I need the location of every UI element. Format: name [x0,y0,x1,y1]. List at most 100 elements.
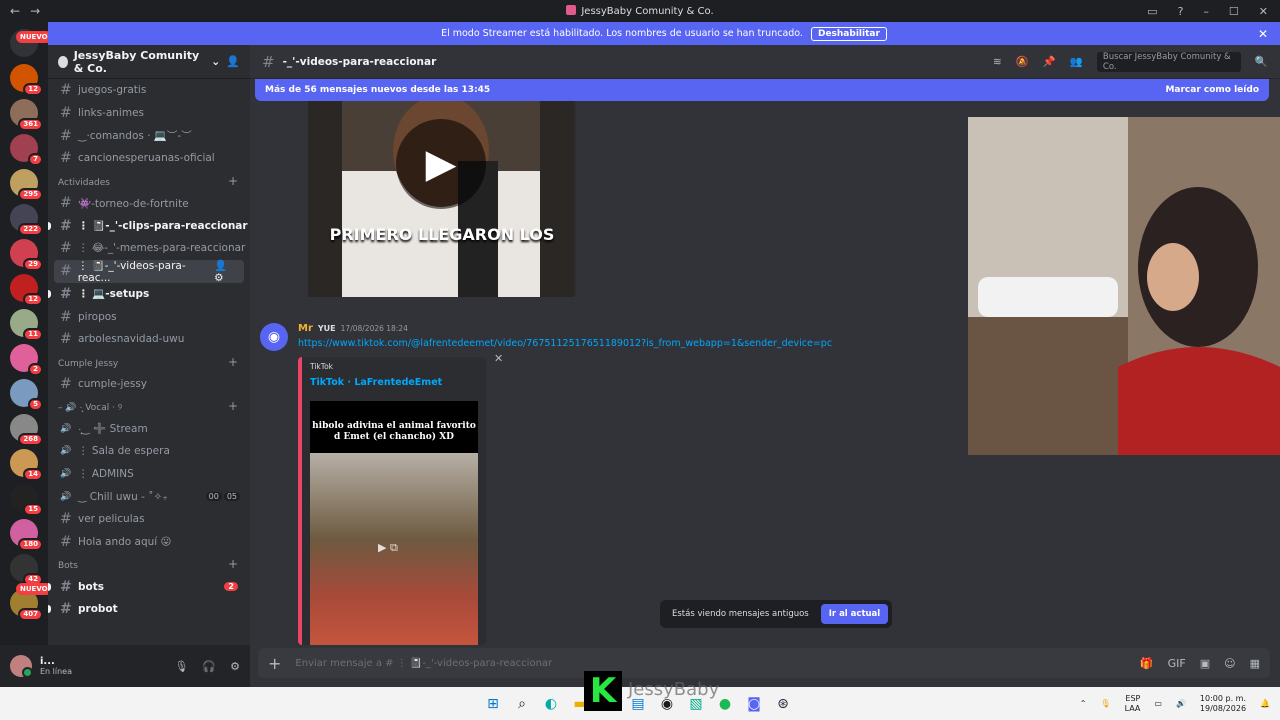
channel-item[interactable]: # cumple-jessy [48,373,250,396]
headphones-icon[interactable]: 🎧 [202,660,216,673]
threads-icon[interactable]: ≋ [993,56,1002,68]
server-icon[interactable]: 295 [10,169,43,201]
discord-avatar-icon[interactable]: ◉ [260,323,288,351]
server-icon[interactable]: NUEVO [10,29,48,57]
avatar[interactable] [10,655,33,678]
microphone-tray-icon[interactable]: 🎙 [1100,699,1110,708]
server-icon[interactable]: 222 [10,204,43,236]
search-icon[interactable]: ⌕ [513,695,531,713]
jump-to-present-button[interactable]: Ir al actual [820,604,889,624]
clock[interactable]: 10:00 p. m. 19/08/2026 [1200,694,1246,714]
close-banner-icon[interactable]: ✕ [1258,27,1268,41]
message-link[interactable]: https://www.tiktok.com/@lafrentedeemet/v… [298,338,832,349]
discord-icon[interactable]: ◙ [745,695,763,713]
channel-item[interactable]: # ‿·comandos · 💻︶-︶ [48,124,250,147]
volume-icon[interactable]: 🔊 [1176,699,1186,708]
category-vocal[interactable]: – 🔊 ·̩͙ Vocal · ୨ + [48,395,250,417]
mute-bell-icon[interactable]: 🔕 [1016,55,1029,68]
gif-icon[interactable]: GIF [1168,657,1186,670]
server-icon[interactable]: 268 [10,414,43,446]
create-channel-plus-icon[interactable]: + [228,557,238,571]
apps-icon[interactable]: ▦ [1250,657,1260,670]
server-icon[interactable]: 407 NUEVO [10,583,48,621]
disable-button[interactable]: Deshabilitar [810,26,887,41]
server-icon[interactable]: 180 [10,519,43,551]
channel-item[interactable]: # ⋮ 😂-_'-memes-para-reaccionar [48,237,250,260]
emoji-icon[interactable]: ☺ [1224,657,1235,670]
server-header[interactable]: JessyBaby Comunity & Co. ⌄ 👤 [48,45,250,79]
channel-settings-gear-icon[interactable]: 👤 ⚙ [214,259,238,284]
attach-plus-icon[interactable]: + [268,654,281,673]
server-icon[interactable]: 11 [10,309,43,341]
embed-thumbnail[interactable]: hibolo adivina el animal favorito d Emet… [310,401,478,645]
channel-item[interactable]: # 👾-torneo-de-fortnite [48,192,250,215]
channel-label: links-animes [78,107,144,120]
channel-item[interactable]: # arbolesnavidad-uwu [48,328,250,351]
close-window-icon[interactable]: ✕ [1259,5,1268,18]
channel-item[interactable]: # links-animes [48,102,250,125]
network-icon[interactable]: ▭ [1154,699,1162,708]
help-icon[interactable]: ? [1178,5,1184,18]
create-channel-plus-icon[interactable]: + [228,355,238,369]
play-icon[interactable]: ▶ ⧉ [378,541,398,555]
server-icon[interactable]: 361 [10,99,43,131]
forward-arrow-icon[interactable]: → [30,4,40,18]
server-icon[interactable]: 42 [10,554,43,586]
search-input[interactable]: Buscar JessyBaby Comunity & Co. [1096,51,1241,72]
new-messages-bar[interactable]: Más de 56 mensajes nuevos desde las 13:4… [255,79,1269,101]
server-icon[interactable]: 15 [10,484,43,516]
category-bots[interactable]: Bots + [48,553,250,575]
pin-icon[interactable]: 📌 [1043,55,1056,68]
channel-item[interactable]: # bots 2 [48,575,250,598]
settings-gear-icon[interactable]: ⚙ [230,660,240,673]
members-icon[interactable]: 👥 [1070,55,1083,68]
voice-channel-item[interactable]: 🔊 ⋮ ADMINS [48,463,250,486]
channel-item[interactable]: # piropos [48,305,250,328]
message-input[interactable]: Enviar mensaje a # ⋮ 📓-_'-videos-para-re… [295,658,552,669]
channel-item[interactable]: # ⋮ 💻-setups [48,283,250,306]
create-channel-plus-icon[interactable]: + [228,399,238,413]
minimize-icon[interactable]: – [1203,5,1209,18]
gift-icon[interactable]: 🎁 [1140,657,1154,670]
language-indicator[interactable]: ESP LAA [1125,694,1141,714]
category-cumple[interactable]: Cumple Jessy + [48,351,250,373]
voice-channel-item[interactable]: 🔊 ·̩͙‿ ➕ Stream [48,417,250,440]
microphone-icon[interactable]: 🎙 [174,660,188,673]
server-icon[interactable]: 29 [10,239,43,271]
windows-start-icon[interactable]: ⊞ [484,695,502,713]
embed-title[interactable]: TikTok · LaFrentedeEmet [310,377,442,388]
channel-item[interactable]: # ⋮ 📓-_'-clips-para-reaccionar [48,214,250,237]
edge-icon[interactable]: ◐ [542,695,560,713]
channel-label: cumple-jessy [78,377,148,390]
channel-item[interactable]: # juegos-gratis [48,79,250,102]
server-icon[interactable]: 14 [10,449,43,481]
remove-embed-icon[interactable]: ✕ [494,352,503,365]
play-icon[interactable]: ▶ [396,119,486,209]
inbox-icon[interactable]: ▭ [1147,5,1157,18]
server-icon[interactable]: 12 [10,274,43,306]
server-icon[interactable]: 5 [10,379,43,411]
back-arrow-icon[interactable]: ← [10,4,20,18]
chevron-up-icon[interactable]: ⌃ [1080,699,1087,708]
voice-channel-item[interactable]: 🔊 ⋮ Sala de espera [48,440,250,463]
voice-count: 00 [205,492,222,502]
channel-item[interactable]: # cancionesperuanas-oficial [48,147,250,170]
maximize-icon[interactable]: ☐ [1229,5,1239,18]
mark-as-read-button[interactable]: Marcar como leído [1165,85,1259,95]
video-embed[interactable]: ▶ PRIMERO LLEGARON LOS [308,101,576,297]
voice-channel-item[interactable]: # Hola ando aquí 😛 [48,531,250,554]
create-channel-plus-icon[interactable]: + [228,174,238,188]
channel-item[interactable]: # probot [48,598,250,621]
server-icon[interactable]: 2 [10,344,43,376]
invite-people-icon[interactable]: 👤 [226,55,240,68]
voice-channel-item[interactable]: 🔊 ‿ Chill uwu - ˚✧₊ 00 05 [48,485,250,508]
server-icon[interactable]: 7 [10,134,43,166]
channel-item[interactable]: # ⋮ 📓-_'-videos-para-reac... 👤 ⚙ [54,259,244,284]
notification-bell-icon[interactable]: 🔔 [1260,699,1270,708]
category-actividades[interactable]: Actividades + [48,170,250,192]
server-icon[interactable]: 12 [10,64,43,96]
steam-icon[interactable]: ⊛ [774,695,792,713]
voice-channel-item[interactable]: # ver peliculas [48,508,250,531]
sticker-icon[interactable]: ▣ [1200,657,1210,670]
message-author[interactable]: Mr [298,323,313,334]
